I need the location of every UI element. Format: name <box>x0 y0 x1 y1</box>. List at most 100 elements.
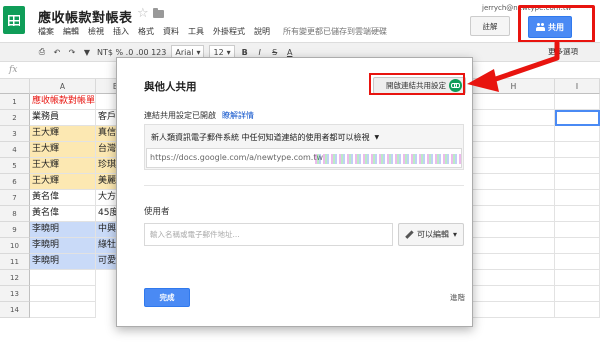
table-cell[interactable]: 王大輝 <box>30 158 96 174</box>
table-cell[interactable]: 黃名偉 <box>30 190 96 206</box>
table-cell[interactable] <box>555 158 600 174</box>
table-cell[interactable] <box>473 270 555 286</box>
redo-icon[interactable]: ↷ <box>67 48 77 57</box>
comments-button[interactable]: 註解 <box>470 16 510 36</box>
people-input[interactable]: 輸入名稱或電子郵件地址... <box>144 223 393 246</box>
table-cell[interactable] <box>30 302 96 318</box>
row-header[interactable]: 8 <box>0 206 30 222</box>
menu-tools[interactable]: 工具 <box>188 26 204 37</box>
row-header[interactable]: 3 <box>0 126 30 142</box>
table-cell[interactable] <box>555 302 600 318</box>
row-header[interactable]: 12 <box>0 270 30 286</box>
star-icon[interactable]: ☆ <box>137 6 149 21</box>
table-cell[interactable] <box>473 238 555 254</box>
table-cell[interactable] <box>555 206 600 222</box>
table-cell[interactable] <box>30 270 96 286</box>
table-cell[interactable]: 王大輝 <box>30 126 96 142</box>
table-cell[interactable]: 李曉明 <box>30 222 96 238</box>
table-cell[interactable] <box>473 254 555 270</box>
row-header[interactable]: 6 <box>0 174 30 190</box>
row-header[interactable]: 14 <box>0 302 30 318</box>
table-cell[interactable] <box>555 238 600 254</box>
strikethrough-icon[interactable]: S <box>270 48 280 57</box>
sheets-logo-icon[interactable] <box>3 6 25 34</box>
table-cell[interactable] <box>473 190 555 206</box>
table-cell[interactable] <box>555 126 600 142</box>
menu-help[interactable]: 說明 <box>254 26 270 37</box>
people-section-label: 使用者 <box>144 207 170 217</box>
row-header[interactable]: 11 <box>0 254 30 270</box>
table-cell[interactable] <box>473 174 555 190</box>
table-cell[interactable] <box>473 110 555 126</box>
table-cell[interactable] <box>473 126 555 142</box>
table-cell[interactable] <box>473 286 555 302</box>
table-cell[interactable]: 李曉明 <box>30 254 96 270</box>
table-cell[interactable] <box>555 94 600 110</box>
permission-dropdown[interactable]: 可以編輯 ▾ <box>398 223 464 246</box>
column-header-i[interactable]: I <box>555 79 600 94</box>
italic-icon[interactable]: I <box>255 48 265 57</box>
share-link-url: https://docs.google.com/a/newtype.com.tw <box>150 153 324 162</box>
active-cell-selection[interactable] <box>555 110 600 126</box>
document-title[interactable]: 應收帳款對帳表 <box>38 7 133 26</box>
row-header[interactable]: 5 <box>0 158 30 174</box>
table-cell[interactable]: 應收帳款對帳單-2 <box>30 94 96 110</box>
table-cell[interactable] <box>473 222 555 238</box>
menu-insert[interactable]: 插入 <box>113 26 129 37</box>
menu-view[interactable]: 檢視 <box>88 26 104 37</box>
row-header[interactable]: 4 <box>0 142 30 158</box>
chevron-down-icon: ▾ <box>452 230 457 239</box>
link-access-dropdown[interactable]: 新人類資訊電子郵件系統 中任何知道連結的使用者都可以檢視 ▼ <box>151 132 379 143</box>
table-cell[interactable]: 李曉明 <box>30 238 96 254</box>
learn-more-link[interactable]: 瞭解詳情 <box>222 111 254 120</box>
table-cell[interactable] <box>473 142 555 158</box>
row-header[interactable]: 9 <box>0 222 30 238</box>
chevron-down-icon: ▾ <box>196 47 201 57</box>
paint-format-icon[interactable]: ▼ <box>82 48 92 57</box>
row-header[interactable]: 1 <box>0 94 30 110</box>
print-icon[interactable]: ⎙ <box>37 47 47 57</box>
link-status-text: 連結共用設定已開啟 <box>144 111 216 120</box>
table-cell[interactable] <box>555 286 600 302</box>
fx-icon: fx <box>9 65 18 75</box>
pencil-icon <box>405 231 413 239</box>
row-header[interactable]: 2 <box>0 110 30 126</box>
folder-icon[interactable] <box>153 8 164 18</box>
table-cell[interactable] <box>555 254 600 270</box>
menu-edit[interactable]: 編輯 <box>63 26 79 37</box>
table-cell[interactable] <box>473 302 555 318</box>
undo-icon[interactable]: ↶ <box>52 48 62 57</box>
table-cell[interactable] <box>473 158 555 174</box>
table-cell[interactable] <box>555 174 600 190</box>
table-cell[interactable] <box>555 142 600 158</box>
more-options-button[interactable]: 更多選項 <box>548 46 578 57</box>
table-cell[interactable] <box>555 222 600 238</box>
column-header-h[interactable]: H <box>473 79 555 94</box>
table-cell[interactable] <box>30 286 96 302</box>
table-cell[interactable]: 王大輝 <box>30 142 96 158</box>
share-link-field[interactable]: https://docs.google.com/a/newtype.com.tw <box>146 148 462 168</box>
bold-icon[interactable]: B <box>240 48 250 57</box>
save-status: 所有變更都已儲存到雲端硬碟 <box>283 27 387 36</box>
text-color-icon[interactable]: A <box>285 48 295 57</box>
number-format-buttons[interactable]: NT$ % .0 .00 123 <box>97 48 166 57</box>
menu-format[interactable]: 格式 <box>138 26 154 37</box>
table-cell[interactable] <box>555 190 600 206</box>
column-header-a[interactable]: A <box>30 79 96 94</box>
table-cell[interactable] <box>555 270 600 286</box>
menu-data[interactable]: 資料 <box>163 26 179 37</box>
table-cell[interactable]: 業務員 <box>30 110 96 126</box>
menu-addons[interactable]: 外掛程式 <box>213 26 245 37</box>
select-all-corner[interactable] <box>0 79 30 94</box>
row-header[interactable]: 10 <box>0 238 30 254</box>
done-button[interactable]: 完成 <box>144 288 190 307</box>
row-header[interactable]: 13 <box>0 286 30 302</box>
row-header[interactable]: 7 <box>0 190 30 206</box>
menu-file[interactable]: 檔案 <box>38 26 54 37</box>
advanced-link[interactable]: 進階 <box>450 292 465 303</box>
table-cell[interactable]: 黃名偉 <box>30 206 96 222</box>
table-cell[interactable] <box>473 206 555 222</box>
table-cell[interactable]: 王大輝 <box>30 174 96 190</box>
table-cell[interactable] <box>473 94 555 110</box>
link-settings-annotation-box <box>369 73 465 95</box>
